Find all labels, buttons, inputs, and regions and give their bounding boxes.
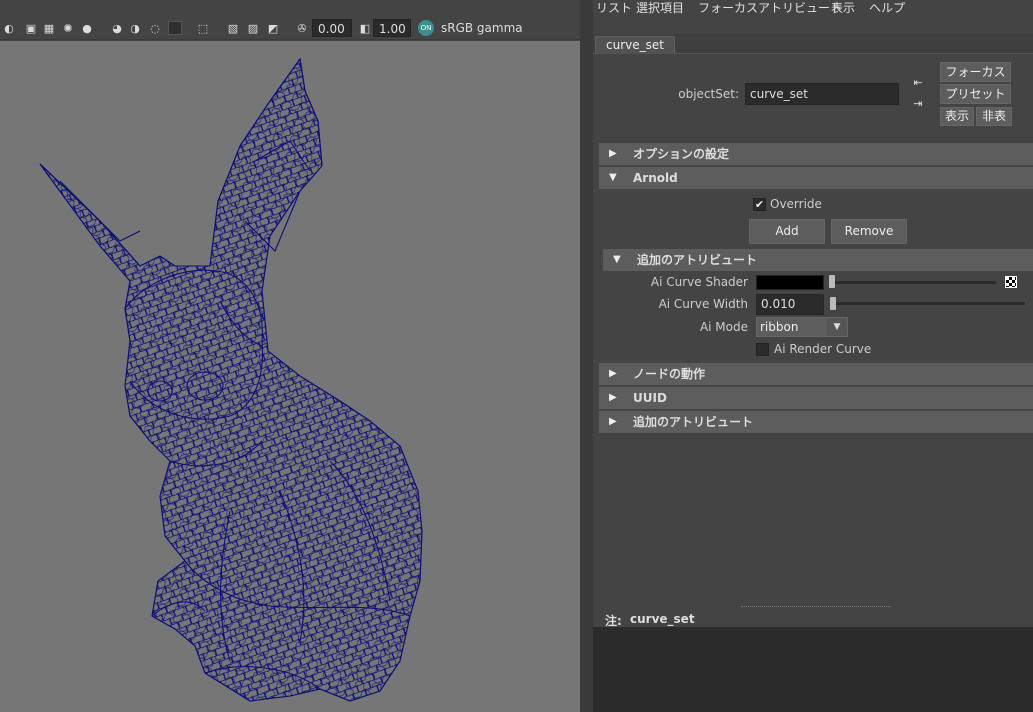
ambient-occlusion-icon[interactable]: ◕	[110, 21, 124, 35]
notes-textarea[interactable]	[593, 627, 1033, 712]
section-extra-attrs-label: 追加のアトリビュート	[637, 253, 758, 267]
tab-row: curve_set	[593, 34, 1033, 54]
gamma-icon[interactable]: ◧	[358, 21, 372, 35]
section-uuid-label: UUID	[633, 391, 667, 405]
render-curve-label: Ai Render Curve	[774, 342, 872, 356]
curve-width-slider-handle[interactable]	[830, 297, 836, 310]
xray-joints-icon[interactable]: ▨	[246, 21, 260, 35]
curve-shader-swatch[interactable]	[756, 275, 824, 290]
focus-button[interactable]: フォーカス	[940, 62, 1011, 82]
curve-width-field[interactable]: 0.010	[756, 294, 824, 315]
collapsed-arrow-icon: ▶	[609, 416, 617, 427]
section-extra-attrs-2[interactable]: ▶ 追加のアトリビュート	[599, 411, 1033, 433]
section-options-label: オプションの設定	[633, 147, 730, 161]
texture-map-icon[interactable]	[1005, 276, 1017, 288]
collapsed-arrow-icon: ▶	[609, 392, 617, 403]
exposure-field[interactable]: 0.00	[312, 19, 352, 37]
curve-shader-slider-track[interactable]	[831, 281, 996, 284]
preset-button[interactable]: プリセット	[940, 84, 1011, 104]
colorspace-dropdown[interactable]: sRGB gamma	[436, 19, 580, 37]
menu-help[interactable]: ヘルプ	[869, 0, 905, 16]
curve-width-slider-track[interactable]	[831, 302, 1025, 305]
menu-selected[interactable]: 選択項目	[636, 0, 684, 16]
attribute-editor: リスト 選択項目 フォーカス アトリビュート 表示 ヘルプ curve_set …	[593, 0, 1033, 712]
xray-icon[interactable]: ▧	[226, 21, 240, 35]
mode-dropdown-value: ribbon	[760, 320, 799, 334]
gamma-field[interactable]: 1.00	[373, 19, 411, 37]
color-management-toggle-icon[interactable]: ON	[418, 20, 434, 36]
notes-title: curve_set	[630, 612, 695, 626]
chevron-down-icon: ▼	[827, 318, 847, 336]
section-uuid[interactable]: ▶ UUID	[599, 387, 1033, 409]
section-options[interactable]: ▶ オプションの設定	[599, 143, 1033, 165]
section-node-behavior-label: ノードの動作	[633, 367, 706, 381]
menubar: リスト 選択項目 フォーカス アトリビュート 表示 ヘルプ	[593, 0, 1033, 17]
viewport-toolbar: ◐ ▣ ▦ ✺ ● ◕ ◑ ◌ ⬚ ▧ ▨ ◩ ✇ 0.00 ◧ 1.00 ON…	[0, 17, 580, 40]
curve-shader-label: Ai Curve Shader	[650, 275, 748, 289]
hide-button[interactable]: 非表示	[976, 107, 1012, 126]
remove-button[interactable]: Remove	[831, 219, 907, 244]
panel-splitter[interactable]	[580, 0, 593, 712]
mode-label: Ai Mode	[699, 320, 748, 334]
notes-resize-handle[interactable]	[741, 606, 891, 608]
curve-width-label: Ai Curve Width	[658, 297, 748, 311]
section-node-behavior[interactable]: ▶ ノードの動作	[599, 363, 1033, 385]
tab-curve-set[interactable]: curve_set	[595, 36, 675, 54]
section-arnold[interactable]: ▼ Arnold	[599, 167, 1033, 189]
lighting-icon[interactable]: ✺	[61, 21, 75, 35]
menu-list[interactable]: リスト	[596, 0, 632, 16]
section-arnold-label: Arnold	[633, 171, 678, 185]
xray-components-icon[interactable]: ◩	[266, 21, 280, 35]
collapsed-arrow-icon: ▶	[609, 368, 617, 379]
menu-attributes[interactable]: アトリビュート	[758, 0, 842, 16]
override-checkbox[interactable]: ✔	[753, 198, 766, 211]
object-set-field[interactable]: curve_set	[745, 83, 899, 105]
depth-of-field-icon[interactable]	[168, 21, 182, 35]
render-curve-checkbox[interactable]	[756, 343, 769, 356]
bounding-box-icon[interactable]: ▣	[24, 21, 38, 35]
object-set-label: objectSet:	[678, 87, 739, 101]
menu-show[interactable]: 表示	[831, 0, 855, 16]
section-extra-attrs[interactable]: ▼ 追加のアトリビュート	[603, 249, 1033, 271]
rabbit-wireframe-mesh	[39, 57, 423, 702]
viewport-panel: ◐ ▣ ▦ ✺ ● ◕ ◑ ◌ ⬚ ▧ ▨ ◩ ✇ 0.00 ◧ 1.00 ON…	[0, 0, 580, 712]
expanded-arrow-icon: ▼	[609, 172, 617, 183]
isolate-select-icon[interactable]: ⬚	[196, 21, 210, 35]
curve-shader-slider-handle[interactable]	[829, 275, 835, 288]
section-extra-attrs-2-label: 追加のアトリビュート	[633, 415, 754, 429]
motion-blur-icon[interactable]: ◑	[128, 21, 142, 35]
wireframe-shaded-icon[interactable]: ◐	[2, 21, 16, 35]
mode-dropdown[interactable]: ribbon ▼	[756, 317, 848, 337]
override-label: Override	[770, 197, 822, 211]
antialias-icon[interactable]: ◌	[148, 21, 162, 35]
collapsed-arrow-icon: ▶	[609, 148, 617, 159]
exposure-icon[interactable]: ✇	[295, 21, 309, 35]
copy-tab-icon[interactable]: ⇥	[911, 96, 925, 110]
3d-viewport[interactable]	[0, 41, 580, 712]
menu-focus[interactable]: フォーカス	[698, 0, 758, 16]
load-selected-icon[interactable]: ⇤	[911, 75, 925, 89]
shadows-icon[interactable]: ●	[80, 21, 94, 35]
textured-icon[interactable]: ▦	[42, 21, 56, 35]
expanded-arrow-icon: ▼	[613, 254, 621, 265]
add-button[interactable]: Add	[749, 219, 825, 244]
show-button[interactable]: 表示	[940, 107, 974, 126]
